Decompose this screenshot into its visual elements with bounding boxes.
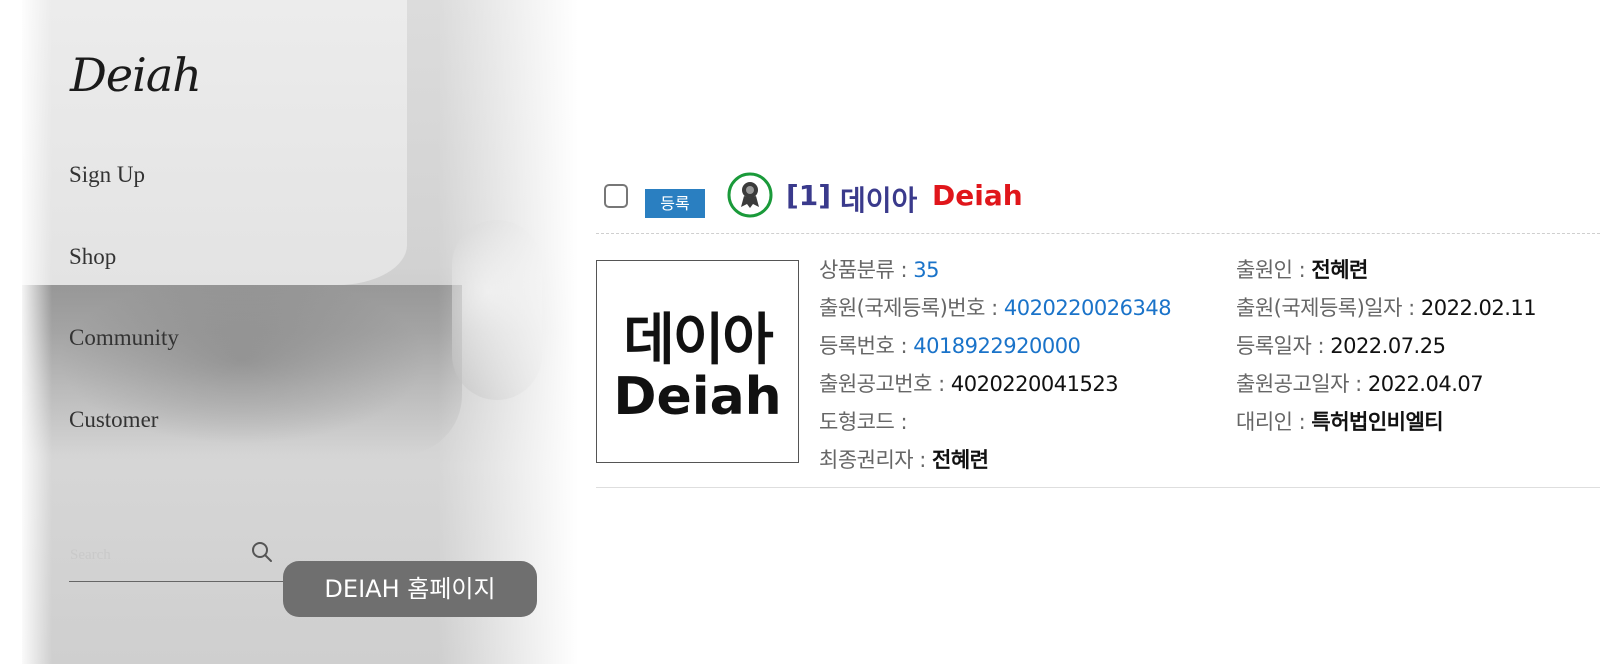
field-label: 등록일자 : — [1236, 334, 1331, 358]
nav-sign-up[interactable]: Sign Up — [69, 162, 145, 188]
field-publication-number: 출원공고번호 : 4020220041523 — [819, 368, 1119, 398]
application-date-value: 2022.02.11 — [1420, 296, 1537, 320]
background-paper — [22, 0, 407, 285]
field-registration-number: 등록번호 : 4018922920000 — [819, 330, 1081, 360]
field-final-owner: 최종권리자 : 전혜련 — [819, 444, 989, 474]
registration-date-value: 2022.07.25 — [1330, 334, 1446, 358]
field-label: 도형코드 : — [819, 410, 908, 434]
nav-customer[interactable]: Customer — [69, 407, 158, 433]
select-checkbox[interactable] — [604, 184, 628, 208]
trademark-korean-text: 데이아 — [623, 308, 774, 373]
goods-class-link[interactable]: 35 — [913, 258, 939, 282]
nav-community[interactable]: Community — [69, 325, 179, 351]
field-applicant: 출원인 : 전혜련 — [1236, 254, 1368, 284]
field-label: 출원인 : — [1236, 258, 1312, 282]
field-application-date: 출원(국제등록)일자 : 2022.02.11 — [1236, 292, 1537, 322]
header-divider — [596, 233, 1600, 234]
award-medal-icon — [727, 172, 773, 218]
field-label: 출원(국제등록)일자 : — [1236, 296, 1421, 320]
search-icon[interactable] — [250, 540, 274, 564]
search-input[interactable]: Search — [70, 547, 111, 564]
field-agent: 대리인 : 특허법인비엘티 — [1236, 406, 1444, 436]
field-label: 최종권리자 : — [819, 448, 933, 472]
site-logo[interactable]: Deiah — [70, 48, 202, 102]
applicant-value: 전혜련 — [1311, 258, 1368, 282]
nav-shop[interactable]: Shop — [69, 244, 116, 270]
record-title-english[interactable]: Deiah — [932, 179, 1023, 212]
application-number-link[interactable]: 4020220026348 — [1004, 296, 1172, 320]
field-publication-date: 출원공고일자 : 2022.04.07 — [1236, 368, 1484, 398]
field-label: 상품분류 : — [819, 258, 914, 282]
status-badge: 등록 — [645, 189, 705, 218]
trademark-english-text: Deiah — [613, 367, 782, 427]
field-registration-date: 등록일자 : 2022.07.25 — [1236, 330, 1446, 360]
field-label: 출원(국제등록)번호 : — [819, 296, 1004, 320]
field-figure-code: 도형코드 : — [819, 406, 908, 436]
field-label: 등록번호 : — [819, 334, 914, 358]
record-index: [1] — [786, 179, 832, 212]
fade-left — [22, 0, 52, 664]
agent-value: 특허법인비엘티 — [1311, 410, 1444, 434]
record-title-korean[interactable]: 데이아 — [840, 179, 917, 219]
field-label: 출원공고일자 : — [1236, 372, 1368, 396]
field-label: 대리인 : — [1236, 410, 1312, 434]
search-underline — [69, 581, 299, 582]
final-owner-value: 전혜련 — [932, 448, 989, 472]
record-bottom-divider — [596, 487, 1600, 488]
field-goods-class: 상품분류 : 35 — [819, 254, 939, 284]
publication-date-value: 2022.04.07 — [1367, 372, 1484, 396]
field-label: 출원공고번호 : — [819, 372, 951, 396]
registration-number-link[interactable]: 4018922920000 — [913, 334, 1081, 358]
trademark-image[interactable]: 데이아 Deiah — [596, 260, 799, 463]
publication-number-value: 4020220041523 — [950, 372, 1119, 396]
homepage-caption-badge: DEIAH 홈페이지 — [283, 561, 537, 617]
field-application-number: 출원(국제등록)번호 : 4020220026348 — [819, 292, 1172, 322]
